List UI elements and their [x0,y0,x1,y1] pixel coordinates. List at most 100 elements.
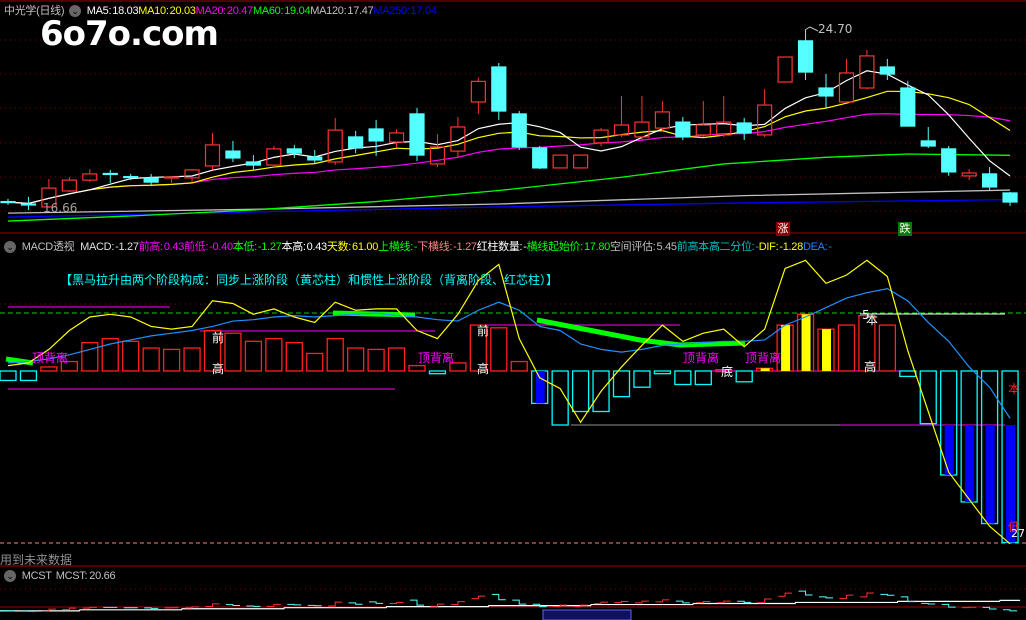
candle-down [0,200,16,204]
indicator-label: MA60: [252,5,284,17]
candle-down [286,148,302,154]
current-high-marker: 本 [866,313,879,327]
mcst-marker [634,600,649,604]
candle-down [879,66,895,75]
macd-bar-positive [510,360,528,372]
macd-core-yellow [760,368,770,371]
macd-bar-negative [674,370,692,386]
candle-down [409,113,425,156]
indicator-value: -1.27 [453,241,477,253]
prev-high-marker: 前 [477,324,490,338]
candle-down [981,173,998,188]
low-price-label: 16.66 [43,201,78,215]
indicator-value: 20.47 [226,5,253,17]
ma10-line [7,90,1011,205]
indicator-item: 红柱数量:- [477,241,527,253]
indicator-label: MA250: [373,5,410,17]
macd-bar-negative [919,370,937,425]
candle-up [61,179,77,192]
chart-canvas[interactable] [0,0,1026,620]
candle-up [164,176,180,179]
candle-up [572,154,589,169]
mcst-value: 20.66 [89,570,116,582]
indicator-value: -1.27 [257,241,282,253]
indicator-item: DEA:- [803,241,832,253]
candle-down [920,140,936,147]
mcst-marker [675,600,690,604]
candle-down [941,148,957,173]
divergence-label: 顶背离 [418,351,455,365]
candle-down [736,122,752,134]
macd-bar-negative [633,370,651,388]
indicator-value: 19.04 [284,5,311,17]
divergence-label: 顶背离 [32,351,69,365]
indicator-value: 5.45 [656,241,678,253]
mcst-marker [594,601,609,605]
current-low-marker: 本 [1008,382,1021,396]
dea-line [7,288,1011,419]
mcst-marker [430,603,445,607]
indicator-item: MA120:17.47 [310,5,373,17]
indicator-label: 前高本高二分位: [676,241,755,253]
macd-bar-positive [224,332,242,372]
macd-core-yellow [781,325,791,371]
candle-down [123,175,139,179]
watermark-logo: 6o7o.com [40,14,219,54]
prev-high-marker: 前 [212,331,225,345]
chevron-down-icon[interactable]: ⌄ [4,570,16,583]
mcst-header: ⌄ MCST MCST: 20.66 [4,569,118,583]
mcst-label: MCST: [55,570,88,582]
macd-bar-positive [878,324,896,372]
indicator-label: 空间评估: [609,241,656,253]
mcst-marker [778,592,793,597]
candle-down [225,150,241,159]
candle-up [327,129,343,163]
chevron-down-icon[interactable]: ⌄ [4,241,16,254]
mcst-marker [614,600,629,604]
mcst-marker [144,607,159,609]
macd-core-blue [944,425,954,475]
mcst-marker [389,601,404,605]
dif-line [7,259,1011,545]
mcst-title: MCST [21,570,52,582]
prev-high-marker: 高 [212,362,225,376]
macd-bar-positive [162,348,181,372]
macd-bar-negative [735,370,753,383]
macd-bar-negative [899,370,917,378]
indicator-item: 前高本高二分位:- [677,241,759,253]
mcst-marker [716,600,731,604]
mcst-marker [982,606,997,610]
macd-bar-negative [653,370,672,375]
indicator-label: 下横线: [417,241,453,253]
macd-bar-positive [490,327,508,372]
count-label: 27 [1011,527,1025,540]
candle-down [368,128,384,142]
macd-bar-positive [244,340,263,372]
indicator-item: 天数:61.00 [327,241,378,253]
candle-down [675,121,691,138]
macd-bar-negative [19,370,38,382]
mcst-marker [328,601,343,607]
indicator-label: MACD: [80,241,115,253]
mcst-marker [225,604,240,606]
indicator-label: DIF: [758,241,779,253]
candle-up [961,172,977,177]
mcst-marker [757,598,772,604]
mcst-marker [348,602,363,605]
candle-up [777,56,793,83]
candle-down [245,161,261,166]
mcst-marker [839,594,854,600]
mcst-marker [921,602,936,605]
mcst-marker [512,599,527,605]
candle-down [307,156,323,161]
indicator-item: 前高:0.43 [139,241,185,253]
indicator-item: 前低:-0.40 [184,241,233,253]
candle-down [797,40,814,73]
macd-bar-positive [285,341,303,372]
candle-down [143,177,159,183]
mcst-marker [737,600,752,603]
macd-bar-negative [612,370,631,398]
macd-bar-positive [306,352,324,372]
indicator-item: 本高:0.43 [282,241,328,253]
macd-header: ⌄ MACD透视 MACD:-1.27前高:0.43前低:-0.40本低:-1.… [4,240,835,254]
